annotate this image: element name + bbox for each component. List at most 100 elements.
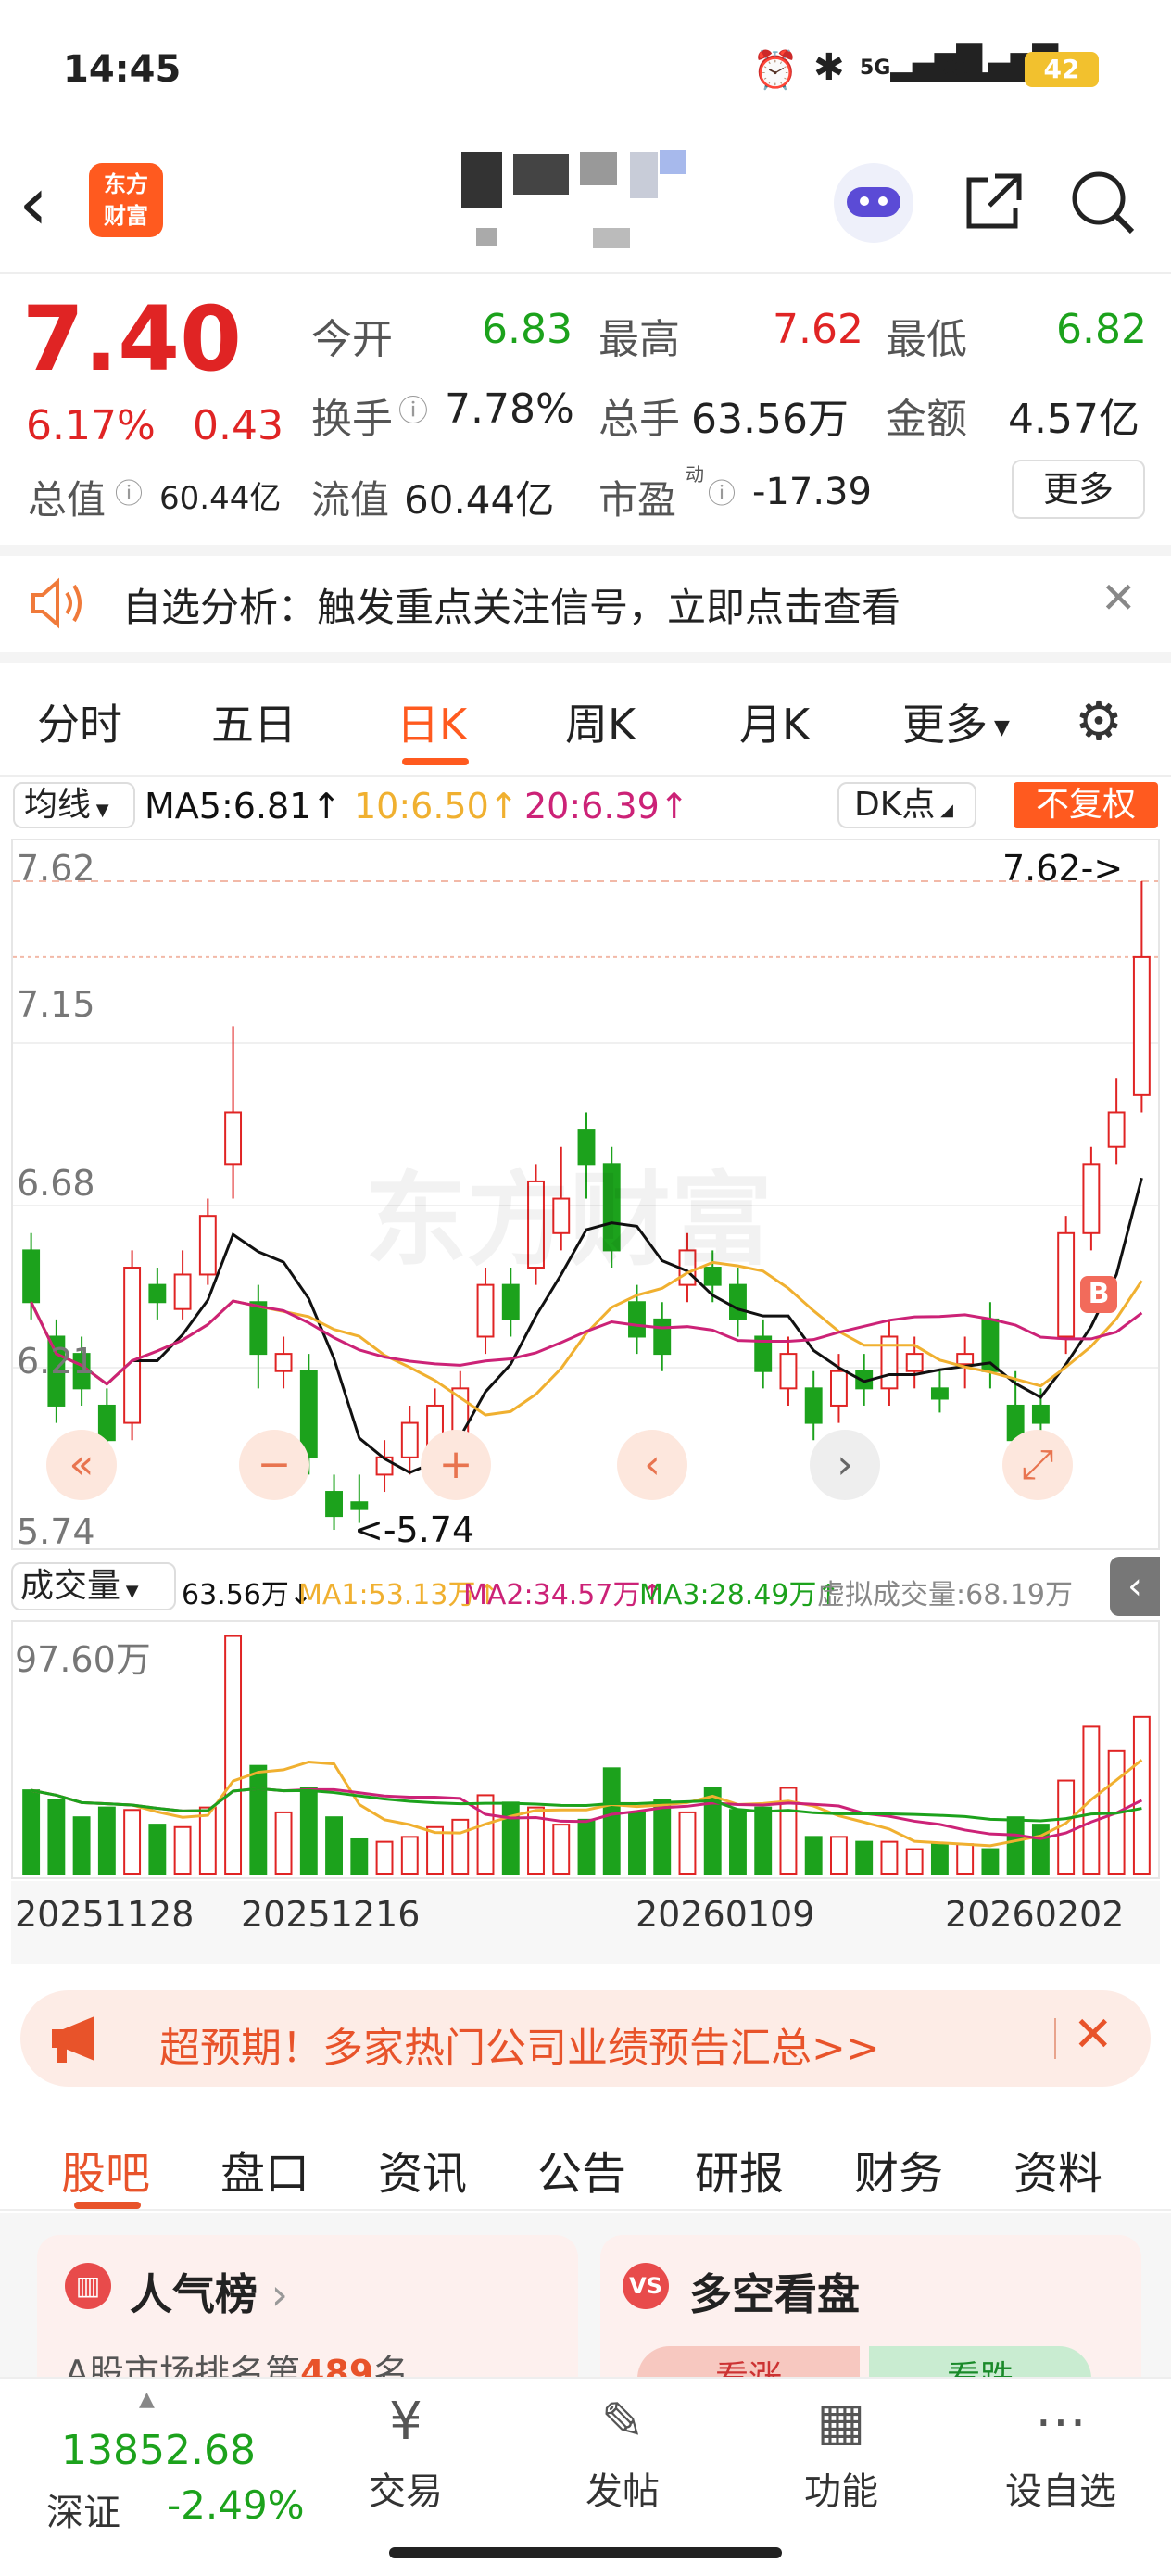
back-icon[interactable]: ‹ xyxy=(19,167,74,241)
megaphone-icon xyxy=(48,2013,104,2065)
collapse-panel-icon[interactable]: ‹ xyxy=(1110,1557,1160,1616)
analysis-banner[interactable]: 自选分析：触发重点关注信号，立即点击查看 ✕ xyxy=(0,545,1171,663)
fullscreen-button[interactable]: ⤢ xyxy=(1002,1430,1073,1500)
nav-post[interactable]: ✎ 发帖 xyxy=(567,2392,678,2549)
tab-news[interactable]: 资讯 xyxy=(378,2137,467,2202)
nav-functions[interactable]: ▦ 功能 xyxy=(786,2392,897,2549)
tab-orderbook[interactable]: 盘口 xyxy=(220,2137,309,2202)
candle-body xyxy=(1132,955,1151,1096)
rank-icon: ▥ xyxy=(65,2263,111,2309)
volume-bar xyxy=(653,1799,672,1875)
tab-guba[interactable]: 股吧 xyxy=(61,2137,150,2202)
settings-icon[interactable]: ⚙ xyxy=(1075,689,1123,752)
period-tabs: 分时 五日 日K 周K 月K 更多 ▼ ⚙ xyxy=(0,663,1171,777)
banner-text: 自选分析：触发重点关注信号，立即点击查看 xyxy=(122,585,901,630)
tab-daily-k[interactable]: 日K xyxy=(397,691,467,752)
volume-bar xyxy=(804,1836,823,1875)
candle-body xyxy=(97,1404,116,1442)
feature-cards: ▥ 人气榜 › A股市场排名第489名 VS 多空看盘 看涨 看跌 xyxy=(0,2213,1171,2420)
index-value: 13852.68 xyxy=(61,2427,256,2474)
volume-svg xyxy=(22,1635,1151,1875)
up-caret-icon: ▲ xyxy=(139,2388,155,2411)
tab-profile[interactable]: 资料 xyxy=(1014,2137,1102,2202)
info-icon[interactable]: ⓘ xyxy=(398,387,428,430)
tab-intraday[interactable]: 分时 xyxy=(37,691,122,752)
tab-monthly-k[interactable]: 月K xyxy=(739,691,810,752)
candle-body xyxy=(350,1501,369,1510)
bluetooth-icon: ✱ xyxy=(813,46,845,89)
tab-five-day[interactable]: 五日 xyxy=(211,691,296,752)
y-label-2: 7.15 xyxy=(17,984,95,1025)
search-icon[interactable] xyxy=(1065,165,1140,239)
candle-body xyxy=(930,1387,949,1400)
volume-bar xyxy=(299,1787,318,1875)
volume-select[interactable]: 成交量 ▼ xyxy=(11,1562,176,1610)
popularity-title: 人气榜 › xyxy=(130,2269,289,2319)
tab-research[interactable]: 研报 xyxy=(695,2137,784,2202)
adjust-button[interactable]: 不复权 xyxy=(1014,782,1158,828)
info-icon-2[interactable]: ⓘ xyxy=(115,471,143,511)
scroll-right-button[interactable]: › xyxy=(810,1430,880,1500)
alarm-icon: ⏰ xyxy=(752,49,799,92)
close-icon[interactable]: ✕ xyxy=(1101,573,1137,623)
tab-weekly-k[interactable]: 周K xyxy=(565,691,636,752)
volume-label: 总手 xyxy=(598,396,680,443)
zoom-in-button[interactable]: + xyxy=(421,1430,491,1500)
kline-chart[interactable]: 东方财富 7.62 7.15 6.68 6.21 5.74 7.62-> <-5… xyxy=(11,839,1160,1552)
ai-assistant-icon[interactable] xyxy=(834,163,913,243)
content-tabs: 股吧 盘口 资讯 公告 研报 财务 资料 xyxy=(0,2109,1171,2211)
promo-text: 超预期！多家热门公司业绩预告汇总>> xyxy=(159,2025,880,2072)
candle-body xyxy=(22,1249,41,1304)
stock-header: ‹ 东方 财富 xyxy=(0,139,1171,274)
nav-add-watchlist[interactable]: ⋯ 设自选 xyxy=(991,2392,1130,2549)
volume-bar xyxy=(451,1818,470,1875)
zoom-out-far-button[interactable]: « xyxy=(46,1430,117,1500)
more-button[interactable]: 更多 xyxy=(1012,460,1145,519)
float-label: 流值 xyxy=(311,477,390,523)
dk-point-select[interactable]: DK点 ◢ xyxy=(837,782,976,828)
date-label: 20251216 xyxy=(241,1894,421,1935)
float-value: 60.44亿 xyxy=(404,477,555,523)
tab-financials[interactable]: 财务 xyxy=(854,2137,943,2202)
volume-chart[interactable]: 97.60万 xyxy=(11,1620,1160,1879)
promo-banner[interactable]: 超预期！多家热门公司业绩预告汇总>> ✕ xyxy=(20,1990,1151,2087)
zoom-out-button[interactable]: − xyxy=(239,1430,309,1500)
volume-bar xyxy=(628,1811,646,1875)
mktcap-label: 总值 xyxy=(28,477,107,523)
volume-bar xyxy=(880,1840,899,1875)
candle-body xyxy=(729,1283,747,1320)
pe-superscript: 动 xyxy=(686,463,704,486)
vs-icon: VS xyxy=(623,2263,669,2309)
app-logo[interactable]: 东方 财富 xyxy=(89,163,163,237)
volume-bar xyxy=(476,1794,495,1875)
candle-body xyxy=(476,1283,495,1338)
index-name: 深证 xyxy=(46,2492,120,2534)
chart-watermark: 东方财富 xyxy=(365,1161,773,1280)
low-label: 最低 xyxy=(886,316,967,363)
date-label: 20260109 xyxy=(636,1894,815,1935)
volume-bar xyxy=(930,1843,949,1875)
high-label: 最高 xyxy=(598,316,680,363)
tab-announcements[interactable]: 公告 xyxy=(537,2137,626,2202)
volume-bar xyxy=(72,1816,91,1875)
volume-bar xyxy=(1132,1715,1151,1875)
index-widget[interactable]: ▲ 13852.68 深证 -2.49% xyxy=(28,2388,324,2536)
turnover-value: 7.78% xyxy=(445,385,574,433)
close-icon[interactable]: ✕ xyxy=(1073,2007,1114,2063)
battery-icon: 42 xyxy=(1025,52,1099,87)
indicator-select[interactable]: 均线 ▼ xyxy=(13,782,135,828)
scroll-left-button[interactable]: ‹ xyxy=(617,1430,687,1500)
volume-bar xyxy=(829,1836,848,1875)
volume-legend-bar: 成交量 ▼ 63.56万↓ MA1:53.13万↑ MA2:34.57万↑ MA… xyxy=(0,1557,1171,1616)
nav-trade[interactable]: ¥ 交易 xyxy=(350,2392,461,2549)
candle-body xyxy=(198,1215,217,1276)
candle-body xyxy=(249,1301,268,1356)
candle-body xyxy=(829,1370,848,1407)
volume-bar xyxy=(981,1848,1000,1875)
info-icon-3[interactable]: ⓘ xyxy=(708,471,736,511)
candle-body xyxy=(653,1318,672,1356)
tab-more[interactable]: 更多 ▼ xyxy=(902,691,1010,752)
volume-bar xyxy=(224,1635,243,1875)
share-icon[interactable] xyxy=(960,169,1026,235)
ma5-value: MA5:6.81↑ xyxy=(145,786,342,827)
